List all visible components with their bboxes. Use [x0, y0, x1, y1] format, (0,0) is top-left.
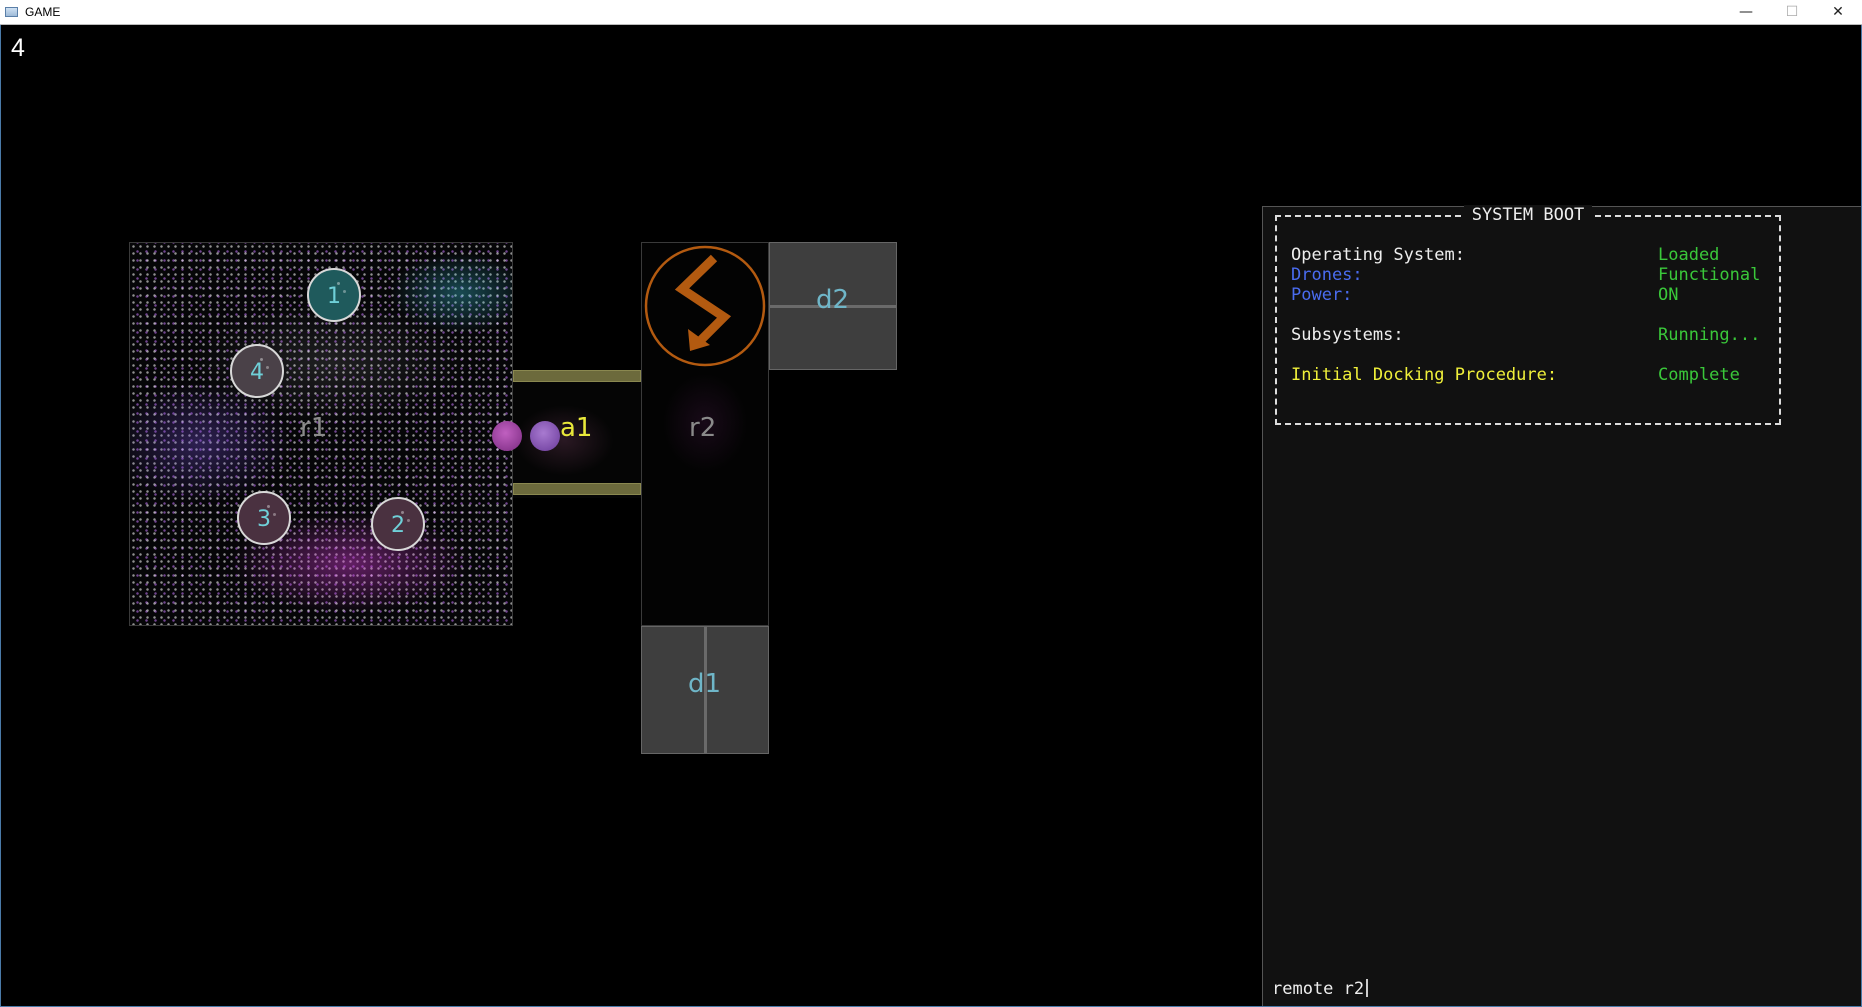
drone-number: 4	[250, 360, 264, 385]
system-boot-title: SYSTEM BOOT	[1463, 205, 1593, 225]
airlock-orb	[530, 421, 560, 451]
drone-number: 2	[391, 513, 405, 538]
status-label-subsystems: Subsystems:	[1291, 325, 1404, 345]
room-label-d2: d2	[816, 285, 850, 315]
airlock-wall-bottom	[513, 483, 641, 495]
drone-number: 1	[327, 284, 341, 309]
window-border-left	[0, 25, 1, 1007]
minimize-button[interactable]: —	[1723, 0, 1769, 25]
window-titlebar: GAME — ☐ ✕	[0, 0, 1862, 25]
room-label-a1: a1	[560, 413, 593, 443]
status-value-docking: Complete	[1658, 365, 1740, 385]
room-label-d1: d1	[688, 669, 722, 699]
airlock-orb	[492, 421, 522, 451]
status-value-power: ON	[1658, 285, 1679, 305]
room-label-r1: r1	[300, 413, 328, 443]
status-label-docking: Initial Docking Procedure:	[1291, 365, 1558, 385]
counter-display: 4	[11, 34, 25, 62]
status-label-power: Power:	[1291, 285, 1353, 305]
command-text: remote r2	[1272, 979, 1365, 999]
window-title: GAME	[25, 5, 61, 19]
status-label-drones: Drones:	[1291, 265, 1363, 285]
status-value-os: Loaded	[1658, 245, 1720, 265]
close-button[interactable]: ✕	[1815, 0, 1861, 25]
status-label-os: Operating System:	[1291, 245, 1465, 265]
airlock-wall-top	[513, 370, 641, 382]
room-label-r2: r2	[689, 413, 717, 443]
drone-4[interactable]: 4	[230, 344, 284, 398]
drone-3[interactable]: 3	[237, 491, 291, 545]
app-icon	[5, 7, 18, 17]
terminal-panel[interactable]: SYSTEM BOOT Operating System: Loaded Dro…	[1262, 205, 1861, 1006]
system-boot-title-bar: SYSTEM BOOT	[1277, 205, 1779, 225]
system-boot-box: SYSTEM BOOT Operating System: Loaded Dro…	[1275, 205, 1781, 425]
status-value-drones: Functional	[1658, 265, 1761, 285]
text-cursor	[1366, 979, 1369, 997]
drone-2[interactable]: 2	[371, 497, 425, 551]
maximize-button[interactable]: ☐	[1769, 0, 1815, 25]
command-input[interactable]: remote r2	[1272, 979, 1369, 999]
status-value-subsystems: Running...	[1658, 325, 1761, 345]
drone-1[interactable]: 1	[307, 268, 361, 322]
power-bolt-icon[interactable]	[644, 245, 766, 367]
drone-number: 3	[257, 507, 271, 532]
